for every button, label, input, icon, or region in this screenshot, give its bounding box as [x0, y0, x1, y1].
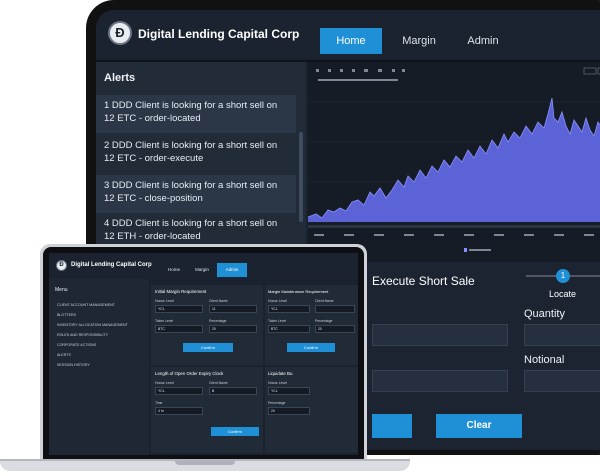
quantity-input[interactable] — [524, 324, 600, 346]
side-menu: Menu CLIENT ACCOUNT MANAGEMENT BLOTTERS … — [49, 279, 149, 455]
percentage-select[interactable]: 20 — [209, 325, 257, 333]
alerts-scrollbar[interactable] — [299, 132, 303, 222]
client-name-select[interactable]: B — [209, 387, 257, 395]
confirm-button[interactable]: Confirm — [183, 343, 233, 352]
nav-tab-margin[interactable]: Margin — [388, 28, 450, 54]
field-label: Time — [155, 401, 163, 405]
field-label: House Level — [155, 299, 174, 303]
left-field[interactable] — [372, 324, 508, 346]
price-chart-svg — [308, 62, 600, 262]
logo-icon: Đ — [108, 21, 132, 45]
laptop-bezel: Đ Digital Lending Capital Corp Home Marg… — [43, 247, 364, 462]
house-level-select[interactable]: YCL — [268, 387, 310, 395]
house-level-select[interactable]: YCL — [268, 305, 310, 313]
alert-item[interactable]: 1 DDD Client is looking for a short sell… — [96, 95, 296, 133]
field-label: House Level — [155, 381, 174, 385]
laptop-screen: Đ Digital Lending Capital Corp Home Marg… — [49, 253, 358, 455]
brand-name: Digital Lending Capital Corp — [138, 27, 300, 41]
nav-tab-home[interactable]: Home — [161, 263, 187, 277]
menu-item[interactable]: CORPORATE ACTIONS — [57, 343, 96, 347]
clear-button[interactable]: Clear — [436, 414, 522, 438]
field-label: Client Name — [315, 299, 334, 303]
menu-item[interactable]: SESSION HISTORY — [57, 363, 90, 367]
field-label: Percentage — [268, 401, 286, 405]
panel-title: Margin Maintenance Requirement — [268, 289, 329, 294]
stepper-line — [526, 275, 556, 277]
alert-item[interactable]: 2 DDD Client is looking for a short sell… — [96, 135, 296, 173]
submit-button[interactable] — [372, 414, 412, 438]
field-label: Client Name — [209, 381, 228, 385]
menu-item[interactable]: INVENTORY ALLOCATION MANAGEMENT — [57, 323, 128, 327]
field-label: Client Name — [209, 299, 228, 303]
menu-title: Menu — [55, 287, 68, 293]
laptop: Đ Digital Lending Capital Corp Home Marg… — [40, 244, 367, 462]
panel-title: Length of Open Order Expiry Clock — [155, 371, 224, 376]
left-field[interactable] — [372, 370, 508, 392]
laptop-header: Đ Digital Lending Capital Corp Home Marg… — [49, 253, 358, 279]
logo-icon: Đ — [56, 260, 67, 271]
stepper-line — [570, 275, 600, 277]
expiry-clock-panel: Length of Open Order Expiry Clock House … — [151, 367, 263, 453]
house-level-select[interactable]: YCL — [155, 387, 203, 395]
confirm-button[interactable]: Confirm — [287, 343, 335, 352]
percentage-select[interactable]: 20 — [268, 407, 310, 415]
maintenance-margin-panel: Margin Maintenance Requirement House Lev… — [265, 285, 358, 365]
step-label: Locate — [549, 289, 577, 299]
alerts-title: Alerts — [104, 72, 136, 84]
house-level-select[interactable]: YCL — [155, 305, 203, 313]
field-label: Percentage — [315, 319, 333, 323]
client-name-select[interactable] — [315, 305, 355, 313]
nav-tab-admin[interactable]: Admin — [217, 263, 247, 277]
short-sale-title: Execute Short Sale — [372, 274, 475, 288]
client-name-select[interactable]: 11 — [209, 305, 257, 313]
hero-image: Đ Digital Lending Capital Corp Home Marg… — [0, 0, 600, 476]
notional-input[interactable] — [524, 370, 600, 392]
menu-item[interactable]: ROLES AND RESPONSIBILITY — [57, 333, 108, 337]
panel-title: Initial Margin Requirement — [155, 289, 207, 294]
token-level-select[interactable]: BTC — [155, 325, 203, 333]
initial-margin-panel: Initial Margin Requirement House Level C… — [151, 285, 263, 365]
menu-item[interactable]: ALERTS — [57, 353, 71, 357]
monitor-header: Đ Digital Lending Capital Corp Home Marg… — [96, 10, 600, 60]
margin-settings: Initial Margin Requirement House Level C… — [149, 279, 358, 455]
percentage-select[interactable]: 20 — [315, 325, 355, 333]
field-label: House Level — [268, 299, 287, 303]
quantity-label: Quantity — [524, 308, 565, 320]
menu-item[interactable]: CLIENT ACCOUNT MANAGEMENT — [57, 303, 115, 307]
laptop-notch — [175, 461, 235, 465]
panel-title: Liquidate Bu — [268, 371, 293, 376]
time-select[interactable]: 4 hr — [155, 407, 203, 415]
liquidate-panel: Liquidate Bu House Level YCL Percentage … — [265, 367, 358, 453]
alert-item[interactable]: 3 DDD Client is looking for a short sell… — [96, 175, 296, 213]
notional-label: Notional — [524, 354, 565, 366]
price-chart[interactable] — [308, 62, 600, 262]
field-label: House Level — [268, 381, 287, 385]
step-indicator: 1 — [556, 269, 570, 283]
field-label: Percentage — [209, 319, 227, 323]
menu-item[interactable]: BLOTTERS — [57, 313, 76, 317]
token-level-select[interactable]: BTC — [268, 325, 310, 333]
field-label: Token Level — [268, 319, 287, 323]
brand-name: Digital Lending Capital Corp — [71, 262, 152, 268]
confirm-button[interactable]: Confirm — [211, 427, 259, 436]
nav-tab-admin[interactable]: Admin — [452, 28, 514, 54]
nav-tab-home[interactable]: Home — [320, 28, 382, 54]
nav-tab-margin[interactable]: Margin — [189, 263, 215, 277]
field-label: Token Level — [155, 319, 174, 323]
